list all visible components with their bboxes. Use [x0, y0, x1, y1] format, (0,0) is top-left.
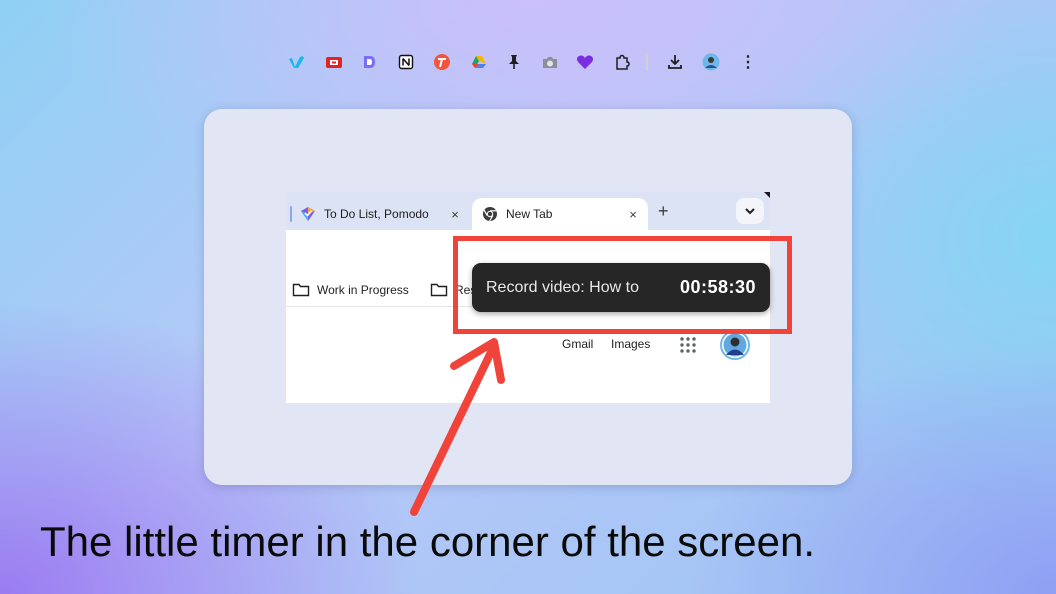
caption-text: The little timer in the corner of the sc… [40, 518, 816, 565]
pointer-arrow [410, 338, 505, 516]
